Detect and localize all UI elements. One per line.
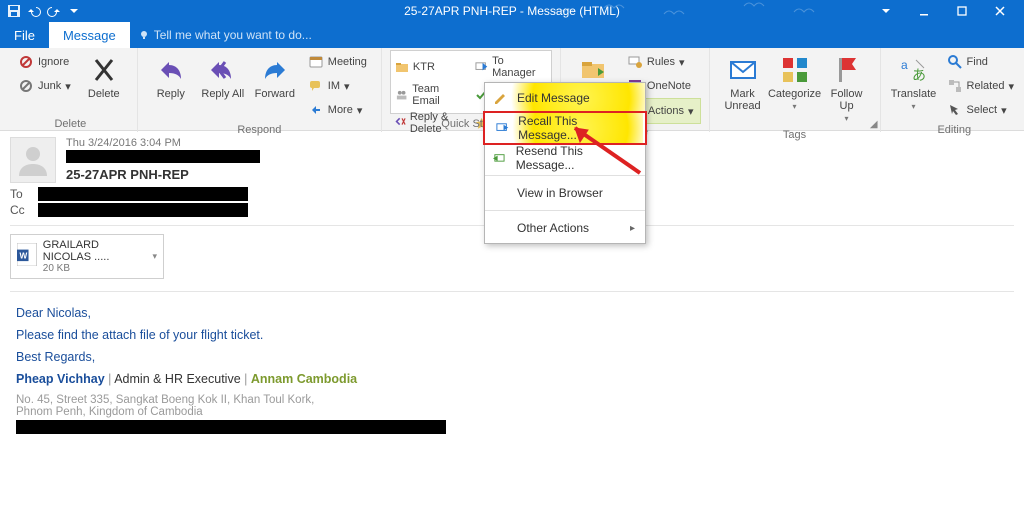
edit-icon xyxy=(493,90,509,106)
reply-all-button[interactable]: Reply All xyxy=(198,50,248,122)
signature-address2: Phnom Penh, Kingdom of Cambodia xyxy=(16,406,1008,418)
follow-up-button[interactable]: Follow Up▾ xyxy=(822,50,872,127)
select-icon xyxy=(947,102,963,118)
message-subject: 25-27APR PNH-REP xyxy=(66,167,260,182)
svg-text:a: a xyxy=(901,58,908,72)
rules-button[interactable]: Rules▾ xyxy=(621,50,701,74)
tellme-text: Tell me what you want to do... xyxy=(154,28,312,42)
menu-recall-message[interactable]: Recall This Message... xyxy=(487,113,643,143)
select-button[interactable]: Select▾ xyxy=(941,98,1020,122)
flag-icon xyxy=(831,54,863,86)
related-icon xyxy=(947,78,963,94)
signature-line: Pheap Vichhay | Admin & HR Executive | A… xyxy=(16,372,1008,386)
delete-button[interactable]: Delete xyxy=(79,50,129,116)
bulb-icon xyxy=(138,29,150,41)
ribbon-toggle-button[interactable] xyxy=(868,0,904,22)
svg-text:あ: あ xyxy=(912,67,926,83)
submenu-arrow-icon: ▸ xyxy=(630,223,635,234)
close-button[interactable] xyxy=(982,0,1018,22)
meeting-icon xyxy=(308,54,324,70)
menu-edit-message[interactable]: Edit Message xyxy=(485,83,645,113)
tab-message[interactable]: Message xyxy=(49,22,130,48)
ribbon-group-editing: aあ Translate▾ Find Related▾ Select▾ Edit… xyxy=(881,48,1024,132)
attachment-name: GRAILARD NICOLAS ..... xyxy=(43,239,147,263)
title-bar: 25-27APR PNH-REP - Message (HTML) xyxy=(0,0,1024,22)
mail-forward-icon xyxy=(475,60,488,74)
categorize-icon xyxy=(779,54,811,86)
find-button[interactable]: Find xyxy=(941,50,1020,74)
menu-resend-message[interactable]: Resend This Message... xyxy=(485,143,645,173)
meeting-button[interactable]: Meeting xyxy=(302,50,373,74)
recall-icon xyxy=(495,120,510,136)
actions-dropdown-menu: Edit Message Recall This Message... Rese… xyxy=(484,82,646,244)
quickstep-tomanager[interactable]: To Manager xyxy=(471,53,551,81)
to-value-redacted xyxy=(38,187,248,201)
respond-more-button[interactable]: More▾ xyxy=(302,98,373,122)
forward-button[interactable]: Forward xyxy=(250,50,300,122)
delete-icon xyxy=(88,54,120,86)
body-greeting: Dear Nicolas, xyxy=(16,306,1008,320)
body-regards: Best Regards, xyxy=(16,350,1008,364)
mark-unread-button[interactable]: Mark Unread xyxy=(718,50,768,127)
find-icon xyxy=(947,54,963,70)
forward-icon xyxy=(259,54,291,86)
related-button[interactable]: Related▾ xyxy=(941,74,1020,98)
signature-address1: No. 45, Street 335, Sangkat Boeng Kok II… xyxy=(16,394,1008,406)
ribbon-tabs: File Message Tell me what you want to do… xyxy=(0,22,1024,48)
undo-icon[interactable] xyxy=(26,3,42,19)
minimize-button[interactable] xyxy=(906,0,942,22)
translate-icon: aあ xyxy=(898,54,930,86)
cc-value-redacted xyxy=(38,203,248,217)
junk-button[interactable]: Junk▾ xyxy=(12,74,77,98)
mark-unread-icon xyxy=(727,54,759,86)
team-icon xyxy=(395,88,408,102)
junk-icon xyxy=(18,78,34,94)
message-sender xyxy=(66,150,260,166)
signature-redacted xyxy=(16,420,446,434)
sender-avatar xyxy=(10,137,56,183)
im-icon xyxy=(308,78,324,94)
ribbon-group-delete: Ignore Junk▾ Delete Delete xyxy=(4,48,138,132)
rules-icon xyxy=(627,54,643,70)
message-date: Thu 3/24/2016 3:04 PM xyxy=(66,137,260,149)
svg-text:W: W xyxy=(19,251,27,260)
attachment-item[interactable]: W GRAILARD NICOLAS ..... 20 KB ▾ xyxy=(10,234,164,279)
quickstep-teamemail[interactable]: Team Email xyxy=(391,81,471,109)
more-icon xyxy=(308,102,324,118)
ignore-icon xyxy=(18,54,34,70)
tab-file[interactable]: File xyxy=(0,22,49,48)
ignore-button[interactable]: Ignore xyxy=(12,50,77,74)
menu-view-browser[interactable]: View in Browser xyxy=(485,178,645,208)
decorative-birds xyxy=(544,0,844,22)
body-line1: Please find the attach file of your flig… xyxy=(16,328,1008,342)
reply-button[interactable]: Reply xyxy=(146,50,196,122)
im-button[interactable]: IM▾ xyxy=(302,74,373,98)
ribbon-group-respond: Reply Reply All Forward Meeting IM▾ xyxy=(138,48,382,132)
tellme-box[interactable]: Tell me what you want to do... xyxy=(130,22,320,48)
message-body: Dear Nicolas, Please find the attach fil… xyxy=(0,294,1024,438)
folder-icon xyxy=(395,60,409,74)
translate-button[interactable]: aあ Translate▾ xyxy=(889,50,939,122)
reply-icon xyxy=(155,54,187,86)
to-label: To xyxy=(10,187,32,201)
attachment-size: 20 KB xyxy=(43,263,147,274)
ribbon-group-tags: Mark Unread Categorize▾ Follow Up▾ Tags … xyxy=(710,48,881,132)
attachment-dropdown-icon[interactable]: ▾ xyxy=(152,251,157,262)
quickstep-ktr[interactable]: KTR xyxy=(391,53,471,81)
save-icon[interactable] xyxy=(6,3,22,19)
attachment-divider xyxy=(10,291,1014,292)
menu-other-actions[interactable]: Other Actions ▸ xyxy=(485,213,645,243)
qa-dropdown-icon[interactable] xyxy=(66,3,82,19)
redo-icon[interactable] xyxy=(46,3,62,19)
tags-launcher-icon[interactable]: ◢ xyxy=(870,119,878,130)
word-doc-icon: W xyxy=(17,243,37,271)
categorize-button[interactable]: Categorize▾ xyxy=(770,50,820,127)
resend-icon xyxy=(493,150,508,166)
maximize-button[interactable] xyxy=(944,0,980,22)
reply-all-icon xyxy=(207,54,239,86)
cc-label: Cc xyxy=(10,203,32,217)
